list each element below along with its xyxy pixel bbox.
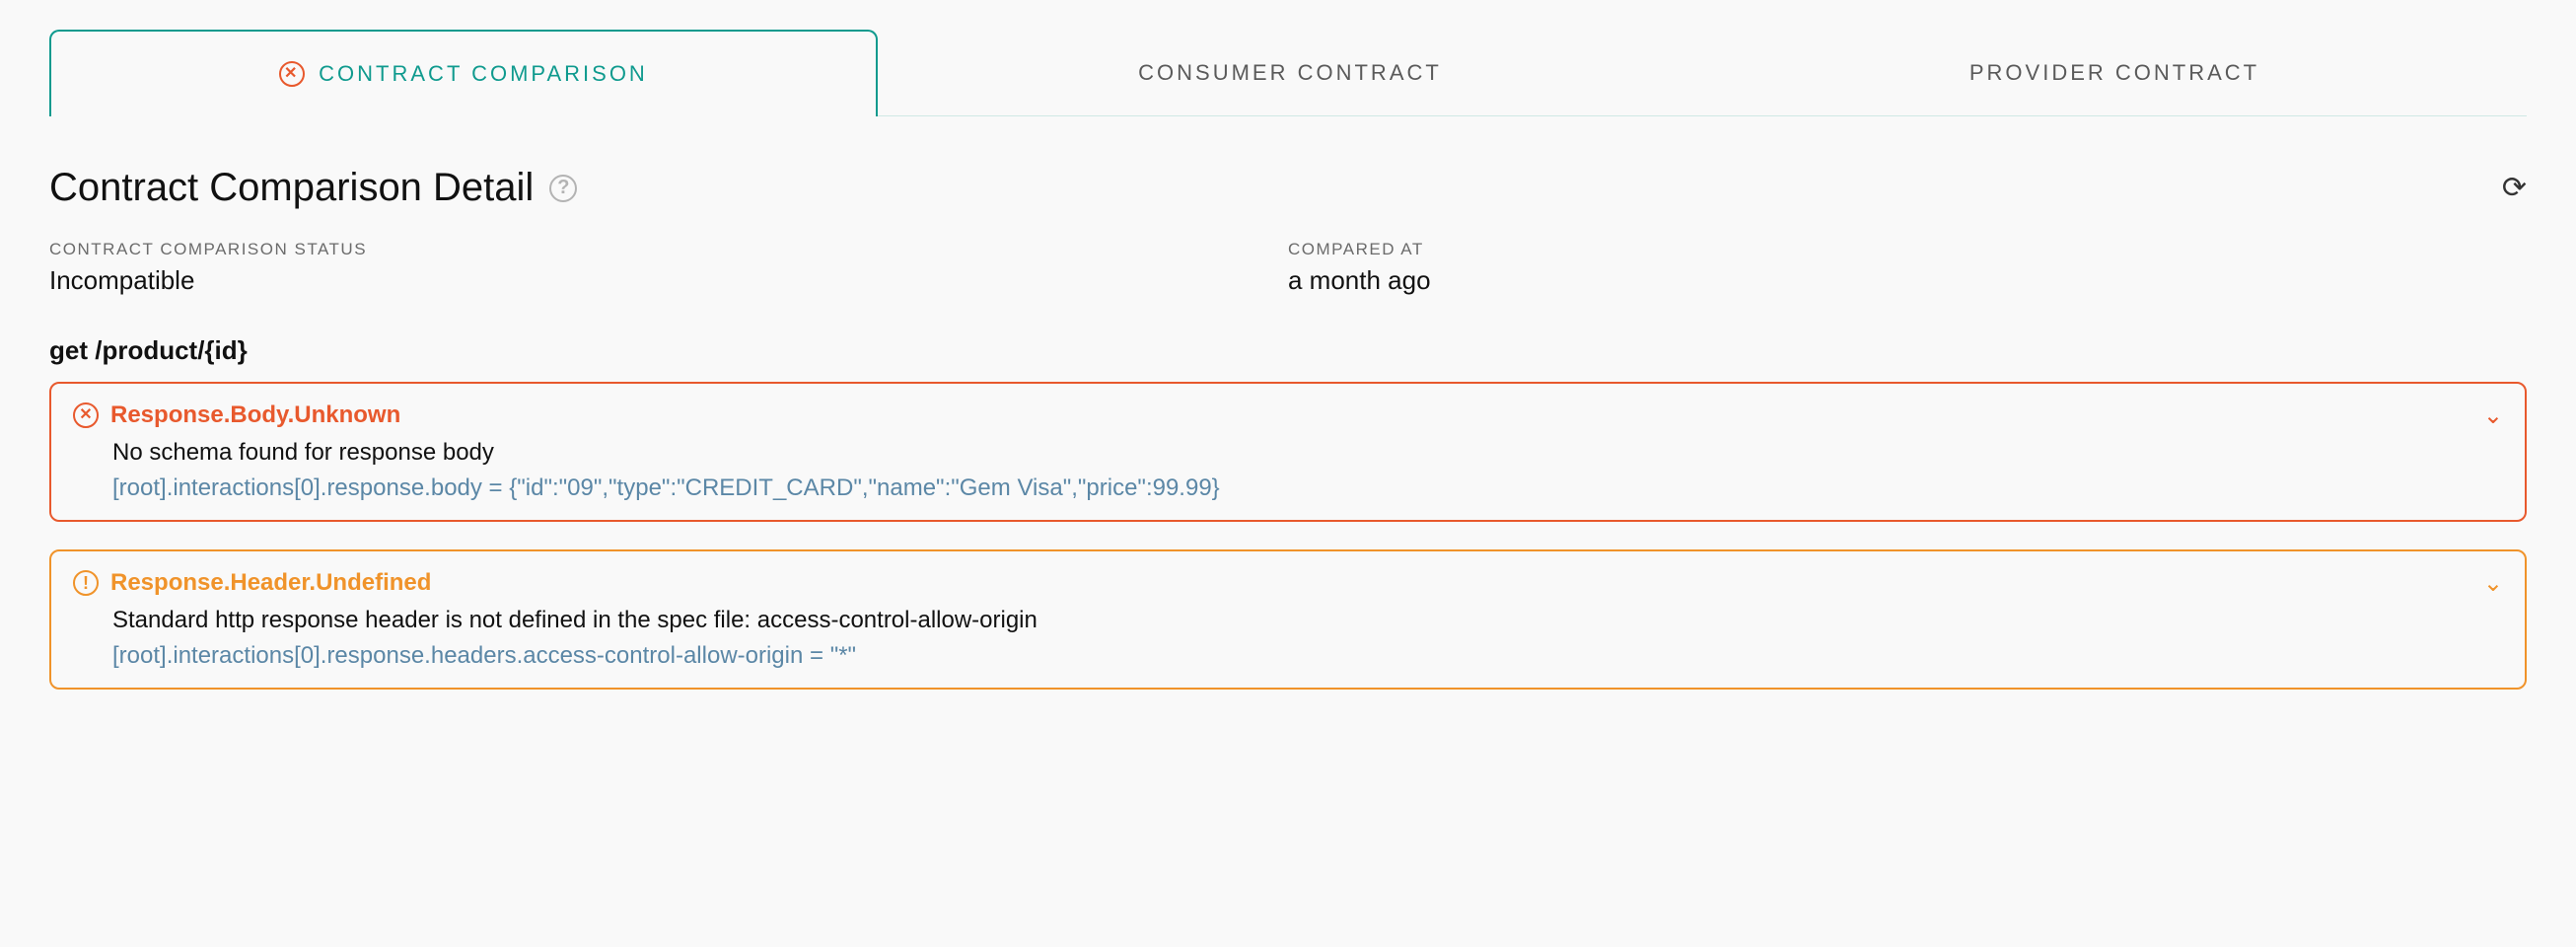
refresh-icon[interactable]: ⟳ <box>2502 171 2527 205</box>
card-title: Response.Header.Undefined <box>110 569 431 597</box>
error-icon <box>73 402 99 428</box>
card-title: Response.Body.Unknown <box>110 401 400 429</box>
tab-contract-comparison[interactable]: CONTRACT COMPARISON <box>49 30 878 116</box>
issue-card[interactable]: Response.Header.Undefined ⌄ Standard htt… <box>49 549 2527 690</box>
tab-provider-contract[interactable]: PROVIDER CONTRACT <box>1702 30 2527 116</box>
status-label: CONTRACT COMPARISON STATUS <box>49 240 1288 259</box>
card-message: No schema found for response body <box>112 439 2503 467</box>
status-col-status: CONTRACT COMPARISON STATUS Incompatible <box>49 240 1288 296</box>
status-label: COMPARED AT <box>1288 240 2527 259</box>
warning-icon <box>73 570 99 596</box>
tab-label: CONTRACT COMPARISON <box>319 61 648 87</box>
card-header: Response.Header.Undefined <box>73 569 2503 597</box>
tab-label: PROVIDER CONTRACT <box>1969 60 2259 86</box>
tab-consumer-contract[interactable]: CONSUMER CONTRACT <box>878 30 1702 116</box>
card-message: Standard http response header is not def… <box>112 607 2503 634</box>
help-icon[interactable]: ? <box>549 175 577 202</box>
title-left: Contract Comparison Detail ? <box>49 166 577 210</box>
title-row: Contract Comparison Detail ? ⟳ <box>49 166 2527 210</box>
chevron-down-icon[interactable]: ⌄ <box>2483 401 2503 430</box>
status-row: CONTRACT COMPARISON STATUS Incompatible … <box>49 240 2527 296</box>
status-value: Incompatible <box>49 265 1288 296</box>
card-header: Response.Body.Unknown <box>73 401 2503 429</box>
card-path: [root].interactions[0].response.body = {… <box>112 474 2503 502</box>
chevron-down-icon[interactable]: ⌄ <box>2483 569 2503 598</box>
status-col-compared-at: COMPARED AT a month ago <box>1288 240 2527 296</box>
card-path: [root].interactions[0].response.headers.… <box>112 642 2503 670</box>
status-value: a month ago <box>1288 265 2527 296</box>
tab-label: CONSUMER CONTRACT <box>1138 60 1442 86</box>
error-icon <box>279 61 305 87</box>
tabs: CONTRACT COMPARISON CONSUMER CONTRACT PR… <box>49 30 2527 116</box>
issue-card[interactable]: Response.Body.Unknown ⌄ No schema found … <box>49 382 2527 522</box>
endpoint-title: get /product/{id} <box>49 335 2527 366</box>
page-title: Contract Comparison Detail <box>49 166 534 210</box>
